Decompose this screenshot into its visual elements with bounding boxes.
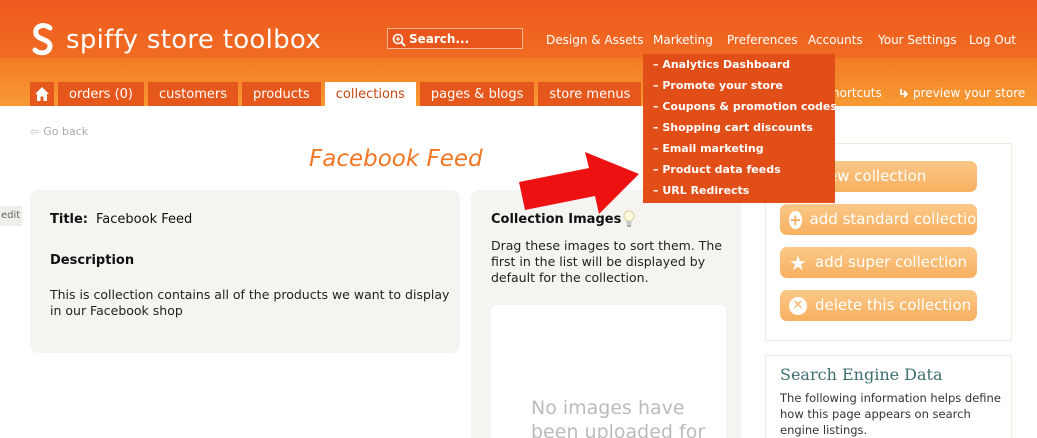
menu-item-product-data-feeds[interactable]: – Product data feeds	[653, 163, 781, 176]
menu-item-promote-store[interactable]: – Promote your store	[653, 79, 783, 92]
tab-products[interactable]: products	[241, 82, 321, 106]
add-super-collection-label: add super collection	[815, 253, 967, 271]
search-box[interactable]	[387, 28, 523, 49]
annotation-arrow-icon	[519, 152, 639, 214]
seo-heading: Search Engine Data	[780, 365, 943, 384]
go-back-link[interactable]: ⇦ Go back	[30, 125, 88, 138]
menu-item-url-redirects[interactable]: – URL Redirects	[653, 184, 749, 197]
nav-accounts[interactable]: Accounts	[808, 33, 863, 47]
title-label: Title:	[50, 212, 89, 227]
add-standard-collection-button[interactable]: + add standard collection	[780, 204, 986, 235]
menu-item-analytics-dashboard[interactable]: – Analytics Dashboard	[653, 58, 790, 71]
home-icon	[35, 87, 49, 101]
page-title: Facebook Feed	[309, 146, 483, 172]
preview-store-link[interactable]: preview your store	[898, 86, 1025, 100]
spiffy-logo-icon	[32, 23, 53, 56]
menu-item-cart-discounts[interactable]: – Shopping cart discounts	[653, 121, 813, 134]
delete-collection-label: delete this collection	[815, 296, 972, 314]
preview-arrow-icon	[900, 89, 909, 98]
go-back-label: Go back	[43, 125, 89, 138]
delete-collection-button[interactable]: ✕ delete this collection	[780, 290, 977, 321]
star-icon: ★	[789, 250, 807, 275]
title-value: Facebook Feed	[96, 212, 193, 227]
description-heading: Description	[50, 253, 135, 268]
delete-icon: ✕	[789, 296, 807, 315]
nav-marketing[interactable]: Marketing	[653, 33, 713, 47]
tab-customers[interactable]: customers	[147, 82, 238, 106]
nav-log-out[interactable]: Log Out	[969, 33, 1016, 47]
app-name: spiffy store toolbox	[66, 25, 322, 55]
shortcuts-link[interactable]: hortcuts	[832, 86, 882, 100]
add-standard-collection-label: add standard collection	[809, 210, 986, 228]
search-icon	[392, 32, 406, 47]
nav-your-settings[interactable]: Your Settings	[878, 33, 957, 47]
seo-description: The following information helps define h…	[780, 391, 1001, 437]
marketing-dropdown-menu: – Analytics Dashboard – Promote your sto…	[643, 54, 837, 203]
add-super-collection-button[interactable]: ★ add super collection	[780, 247, 977, 278]
no-images-message: No images have been uploaded for	[531, 397, 706, 438]
tab-store-menus[interactable]: store menus	[538, 82, 642, 106]
description-text: This is collection contains all of the p…	[50, 287, 450, 318]
app-logo[interactable]: spiffy store toolbox	[30, 22, 321, 58]
main-tabs: orders (0) customers products collection…	[30, 82, 696, 106]
menu-item-email-marketing[interactable]: – Email marketing	[653, 142, 764, 155]
plus-icon: +	[789, 210, 802, 229]
menu-item-coupons[interactable]: – Coupons & promotion codes	[653, 100, 837, 113]
edit-tab[interactable]: edit	[0, 206, 22, 226]
nav-design-assets[interactable]: Design & Assets	[546, 33, 643, 47]
tab-collections[interactable]: collections	[324, 82, 416, 106]
tab-orders[interactable]: orders (0)	[58, 82, 144, 106]
back-arrow-icon: ⇦	[30, 125, 40, 138]
tab-pages-blogs[interactable]: pages & blogs	[419, 82, 535, 106]
search-input[interactable]	[409, 31, 519, 46]
collection-images-help: Drag these images to sort them. The firs…	[491, 238, 723, 285]
tab-home[interactable]	[30, 82, 54, 106]
nav-preferences[interactable]: Preferences	[727, 33, 798, 47]
preview-store-label: preview your store	[913, 86, 1026, 100]
collection-title-field: Title: Facebook Feed	[50, 212, 192, 227]
